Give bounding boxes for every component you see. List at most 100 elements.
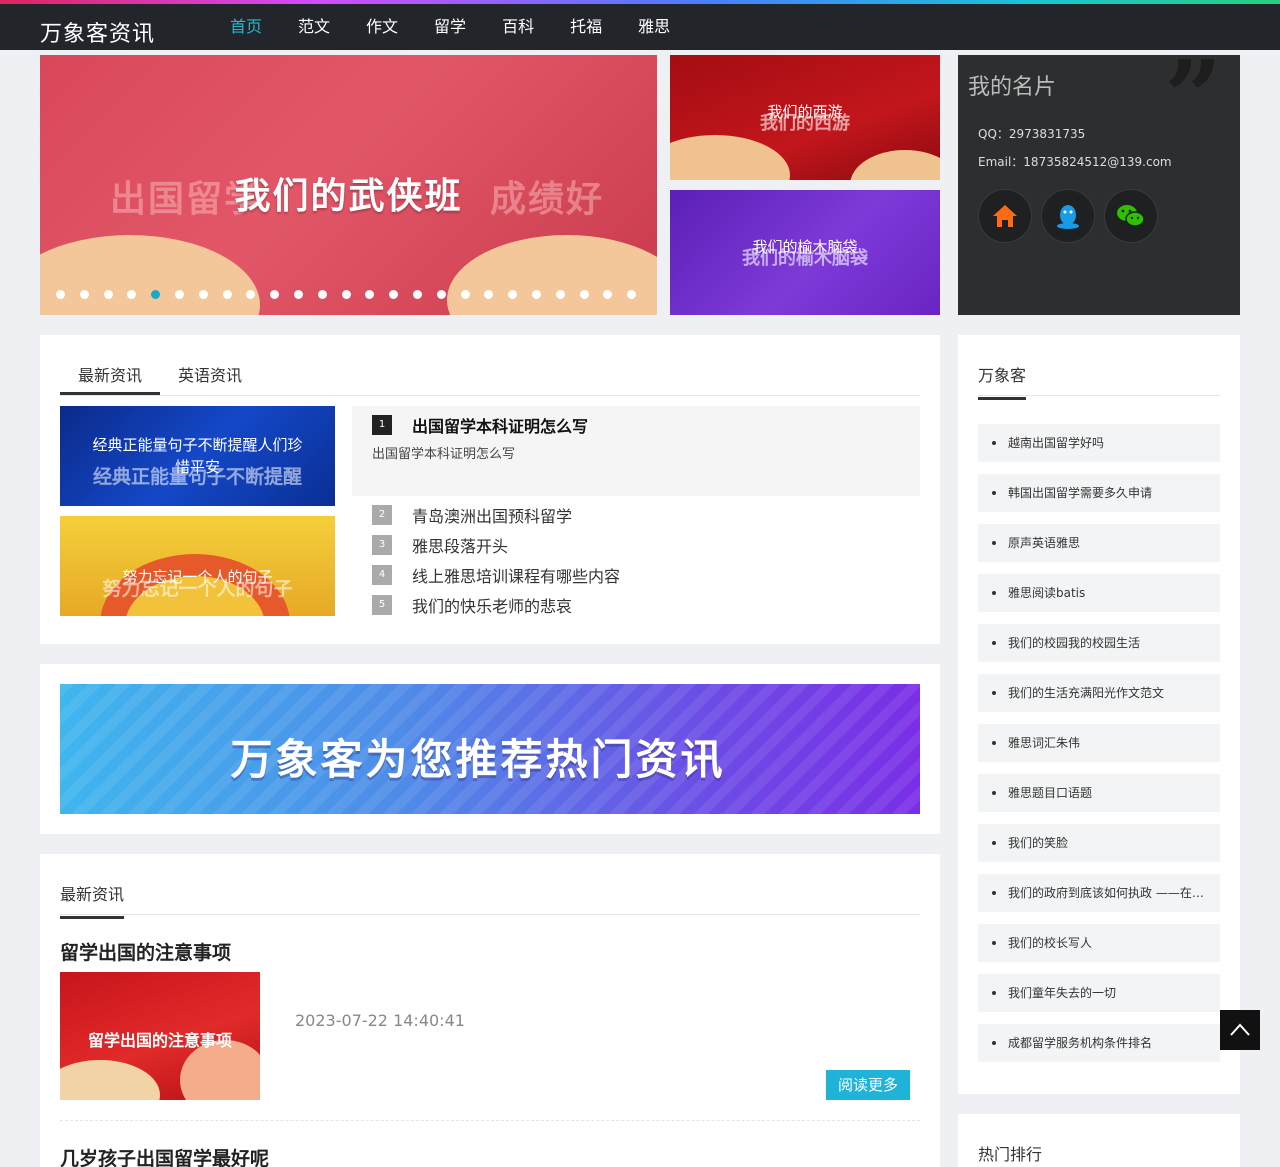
carousel-dot[interactable] (627, 290, 637, 299)
rank-number: 3 (372, 535, 392, 555)
list-item-title[interactable]: 线上雅思培训课程有哪些内容 (412, 563, 620, 587)
carousel-dot[interactable] (317, 290, 327, 299)
carousel-dot[interactable] (460, 290, 470, 299)
list-item[interactable]: 2 青岛澳洲出国预科留学 (372, 503, 572, 527)
cloud-decoration (670, 135, 790, 180)
sidebar-title: 万象客 (978, 355, 1220, 400)
carousel-dot[interactable] (508, 290, 518, 299)
carousel-dot[interactable] (174, 290, 184, 299)
tab-english[interactable]: 英语资讯 (160, 355, 260, 395)
article-image-text: 留学出国的注意事项 (87, 1031, 232, 1050)
thumb-title[interactable]: 经典正能量句子不断提醒人们珍惜平安 (60, 434, 335, 478)
section-title: 最新资讯 (60, 874, 920, 919)
carousel-dot[interactable] (246, 290, 256, 299)
hot-title: 热门排行 (978, 1145, 1043, 1164)
news-tabs: 最新资讯 英语资讯 (60, 355, 920, 396)
sidebar-title: 热门排行 (978, 1134, 1220, 1167)
carousel-title[interactable]: 我们的武侠班 (40, 167, 657, 219)
promo-panel: 万象客为您推荐热门资讯 (40, 664, 940, 834)
carousel-dot[interactable] (270, 290, 280, 299)
carousel-dot[interactable] (531, 290, 541, 299)
carousel-dot[interactable] (555, 290, 565, 299)
nav-item-liuxue[interactable]: 留学 (416, 4, 484, 50)
nav-item-toefl[interactable]: 托福 (552, 4, 620, 50)
carousel-dot[interactable] (365, 290, 375, 299)
list-item-title[interactable]: 雅思段落开头 (412, 533, 508, 557)
wechat-icon[interactable] (1104, 189, 1158, 243)
cloud-decoration (850, 150, 940, 180)
sidebar-item[interactable]: 越南出国留学好吗 (978, 424, 1220, 462)
carousel-dot[interactable] (603, 290, 613, 299)
list-item[interactable]: 5 我们的快乐老师的悲哀 (372, 593, 572, 617)
thumb-title[interactable]: 努力忘记一个人的句子 (60, 566, 335, 587)
carousel-dot[interactable] (198, 290, 208, 299)
list-item-title[interactable]: 我们的快乐老师的悲哀 (412, 593, 572, 617)
carousel-dot[interactable] (222, 290, 232, 299)
rank-number: 2 (372, 505, 392, 525)
carousel-dot[interactable] (341, 290, 351, 299)
cloud-decoration (40, 235, 260, 315)
carousel-dot[interactable] (56, 290, 65, 299)
side-banner-yumu[interactable]: 我们的榆木脑袋 我们的榆木脑袋 (670, 190, 940, 315)
main-nav: 首页 范文 作文 留学 百科 托福 雅思 (212, 4, 688, 50)
side-banner-title[interactable]: 我们的西游 (670, 101, 940, 122)
news-thumb[interactable]: 努力忘记一个人的句子 努力忘记一个人的句子 (60, 516, 335, 616)
featured-news[interactable]: 1 出国留学本科证明怎么写 出国留学本科证明怎么写 (352, 406, 920, 496)
nav-item-baike[interactable]: 百科 (484, 4, 552, 50)
sidebar-item[interactable]: 雅思阅读batis (978, 574, 1220, 612)
nav-item-fanwen[interactable]: 范文 (280, 4, 348, 50)
list-item[interactable]: 4 线上雅思培训课程有哪些内容 (372, 563, 620, 587)
sidebar-item[interactable]: 雅思题目口语题 (978, 774, 1220, 812)
carousel-dot[interactable] (436, 290, 446, 299)
carousel-dot[interactable] (151, 290, 161, 299)
sidebar-item[interactable]: 雅思词汇朱伟 (978, 724, 1220, 762)
card-icons (978, 189, 1167, 243)
home-icon[interactable] (978, 189, 1032, 243)
sidebar-item[interactable]: 我们的生活充满阳光作文范文 (978, 674, 1220, 712)
side-banner-title[interactable]: 我们的榆木脑袋 (670, 236, 940, 257)
carousel-dot[interactable] (412, 290, 422, 299)
article-title[interactable]: 留学出国的注意事项 (60, 938, 231, 965)
cloud-decoration (447, 235, 657, 315)
sidebar-item[interactable]: 我们的校长写人 (978, 924, 1220, 962)
article-date: 2023-07-22 14:40:41 (295, 1011, 465, 1030)
read-more-button[interactable]: 阅读更多 (826, 1070, 910, 1100)
carousel-dots (56, 290, 651, 299)
back-to-top-button[interactable] (1220, 1010, 1260, 1050)
side-banner-xiyou[interactable]: 我们的西游 我们的西游 (670, 55, 940, 180)
tab-latest[interactable]: 最新资讯 (60, 355, 161, 395)
carousel-dot[interactable] (293, 290, 303, 299)
sidebar-item[interactable]: 原声英语雅思 (978, 524, 1220, 562)
carousel-dot[interactable] (389, 290, 399, 299)
article-image[interactable]: 留学出国的注意事项 (60, 972, 260, 1100)
sidebar-panel: 万象客 越南出国留学好吗 韩国出国留学需要多久申请 原声英语雅思 雅思阅读bat… (958, 335, 1240, 1094)
promo-banner[interactable]: 万象客为您推荐热门资讯 (60, 684, 920, 814)
qq-icon[interactable] (1041, 189, 1095, 243)
news-thumb[interactable]: 经典正能量句子不断提醒 经典正能量句子不断提醒人们珍惜平安 (60, 406, 335, 506)
site-logo[interactable]: 万象客资讯 (40, 16, 155, 48)
list-item-title[interactable]: 青岛澳洲出国预科留学 (412, 503, 572, 527)
sidebar-item[interactable]: 韩国出国留学需要多久申请 (978, 474, 1220, 512)
sidebar-item[interactable]: 我们童年失去的一切 (978, 974, 1220, 1012)
featured-title[interactable]: 出国留学本科证明怎么写 (412, 413, 588, 437)
card-title: 我的名片 (968, 75, 1057, 100)
sidebar-item[interactable]: 我们的校园我的校园生活 (978, 624, 1220, 662)
carousel-dot[interactable] (103, 290, 113, 299)
article-title[interactable]: 几岁孩子出国留学最好呢 (60, 1144, 269, 1167)
nav-item-zuowen[interactable]: 作文 (348, 4, 416, 50)
nav-item-home[interactable]: 首页 (212, 4, 280, 50)
rank-number: 4 (372, 565, 392, 585)
sidebar-item[interactable]: 我们的笑脸 (978, 824, 1220, 862)
hero-carousel[interactable]: 出国留学 成绩好 我们的武侠班 (40, 55, 657, 315)
profile-card: ” 我的名片 QQ：2973831735 Email：18735824512@1… (958, 47, 1240, 315)
carousel-dot[interactable] (79, 290, 89, 299)
rank-number: 5 (372, 595, 392, 615)
nav-item-ielts[interactable]: 雅思 (620, 4, 688, 50)
carousel-dot[interactable] (484, 290, 494, 299)
carousel-dot[interactable] (579, 290, 589, 299)
sidebar-item[interactable]: 成都留学服务机构条件排名 (978, 1024, 1220, 1062)
sidebar-item[interactable]: 我们的政府到底该如何执政 ——在… (978, 874, 1220, 912)
list-item[interactable]: 3 雅思段落开头 (372, 533, 508, 557)
card-qq: QQ：2973831735 (978, 127, 1086, 141)
carousel-dot[interactable] (127, 290, 137, 299)
